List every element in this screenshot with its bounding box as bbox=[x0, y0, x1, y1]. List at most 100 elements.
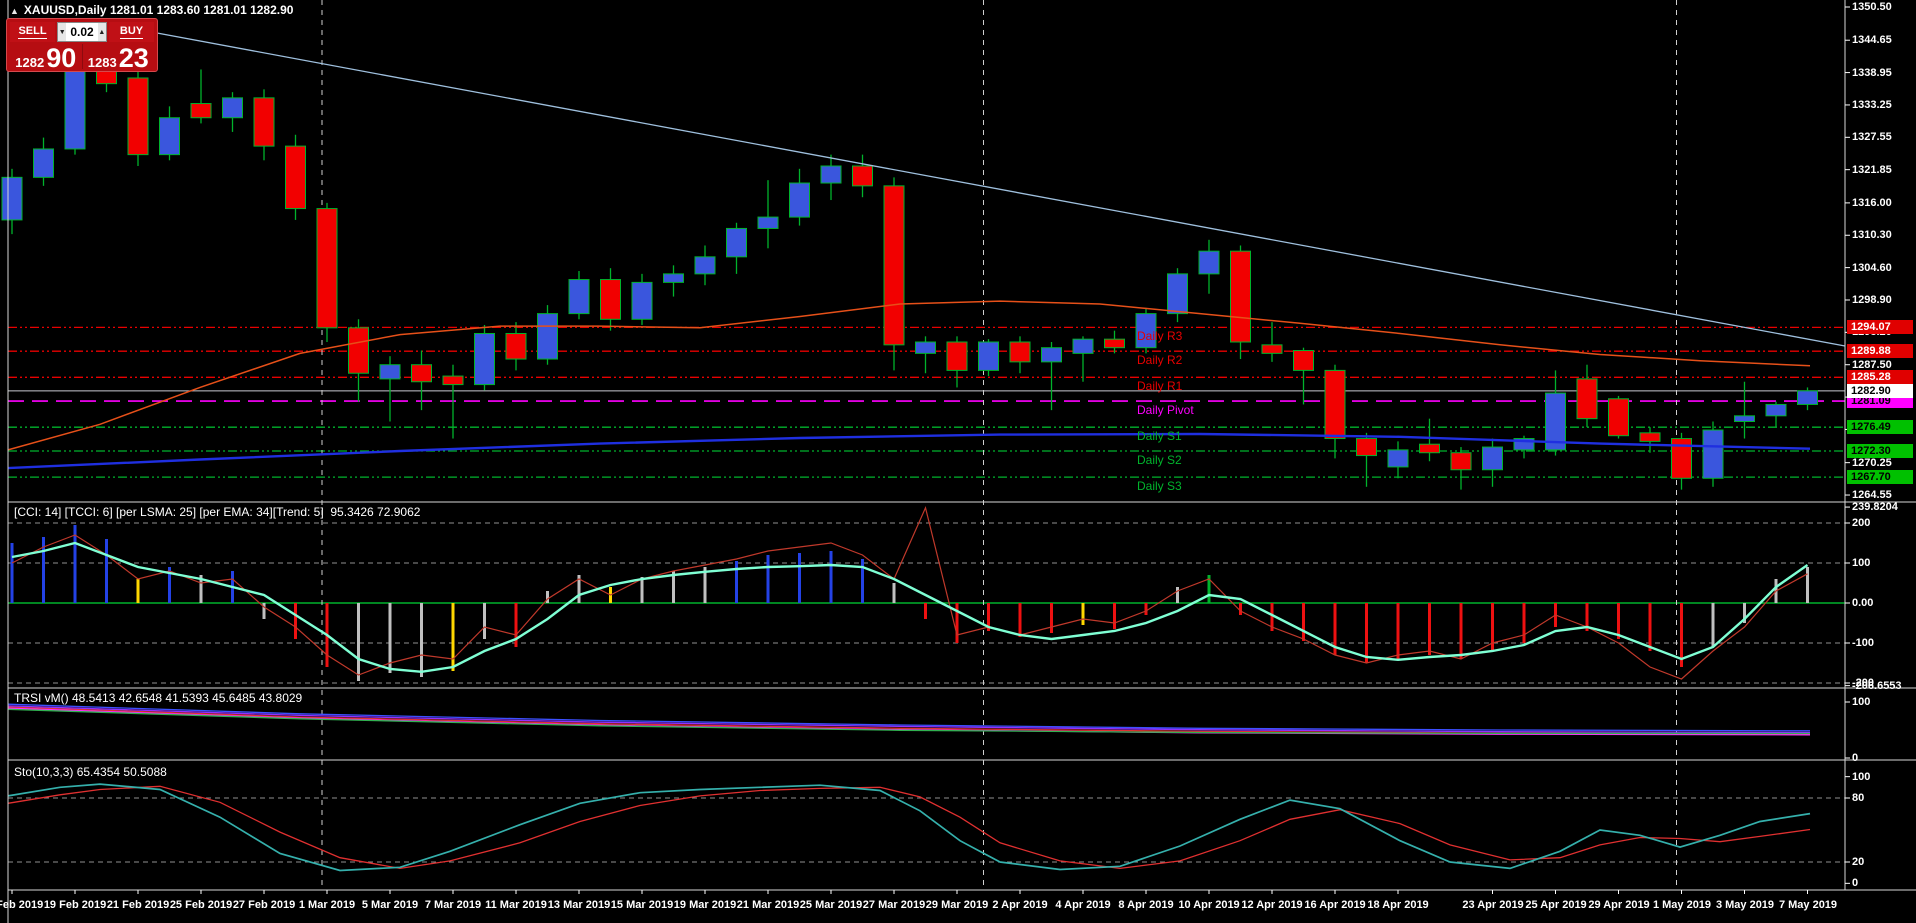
sto-axis-label: 20 bbox=[1852, 855, 1864, 869]
date-label: 19 Feb 2019 bbox=[44, 899, 106, 911]
date-label: 21 Feb 2019 bbox=[107, 899, 169, 911]
date-label: 5 Mar 2019 bbox=[362, 899, 418, 911]
candle-body bbox=[1294, 351, 1314, 371]
candle-body bbox=[223, 98, 243, 118]
main-chart-canvas[interactable] bbox=[0, 0, 1916, 923]
buy-price-pips: 23 bbox=[119, 45, 149, 71]
pivot-label-daily-r3: Daily R3 bbox=[1137, 329, 1182, 343]
level-price-badge: 1276.49 bbox=[1847, 420, 1913, 434]
candle-body bbox=[1199, 251, 1219, 274]
candle-body bbox=[412, 365, 432, 382]
one-click-trading-panel: SELL ▼ ▲ BUY 1282 90 1283 23 bbox=[6, 18, 158, 72]
trading-terminal-window: Daily R3Daily R2Daily R1Daily PivotDaily… bbox=[0, 0, 1916, 923]
candle-body bbox=[1420, 444, 1440, 453]
buy-price[interactable]: 1283 23 bbox=[83, 44, 155, 69]
buy-price-main: 1283 bbox=[88, 55, 117, 70]
candle-body bbox=[853, 166, 873, 186]
pivot-label-daily-pivot: Daily Pivot bbox=[1137, 403, 1194, 417]
pivot-label-daily-s2: Daily S2 bbox=[1137, 453, 1182, 467]
date-label: 7 Mar 2019 bbox=[425, 899, 481, 911]
price-axis-label: 1298.90 bbox=[1852, 293, 1892, 307]
date-label: 16 Apr 2019 bbox=[1304, 899, 1365, 911]
cci-indicator-label: [CCI: 14] [TCCI: 6] [per LSMA: 25] [per … bbox=[14, 505, 420, 519]
candle-body bbox=[790, 183, 810, 217]
candle-body bbox=[1357, 439, 1377, 456]
chart-expand-icon[interactable]: ▲ bbox=[10, 6, 19, 16]
price-axis-label: 1270.25 bbox=[1852, 456, 1892, 470]
candle-body bbox=[1042, 348, 1062, 362]
ma-slow-line bbox=[8, 434, 1810, 468]
candle-body bbox=[1388, 450, 1408, 467]
sto-indicator-label: Sto(10,3,3) 65.4354 50.5088 bbox=[14, 765, 167, 779]
candle-body bbox=[1010, 342, 1030, 362]
price-axis-label: 1333.25 bbox=[1852, 98, 1892, 112]
level-price-badge: 1285.28 bbox=[1847, 370, 1913, 384]
candle-body bbox=[758, 217, 778, 228]
volume-input[interactable] bbox=[66, 23, 97, 41]
candle-body bbox=[979, 342, 999, 370]
candle-body bbox=[349, 328, 369, 373]
cci-axis-label: -100 bbox=[1852, 636, 1874, 650]
candle-body bbox=[1609, 399, 1629, 436]
buy-button[interactable]: BUY bbox=[109, 22, 154, 42]
current-price-badge: 1282.90 bbox=[1847, 384, 1913, 398]
candle-body bbox=[1105, 339, 1125, 348]
candle-body bbox=[1766, 404, 1786, 415]
candle-body bbox=[632, 282, 652, 319]
date-label: 25 Feb 2019 bbox=[170, 899, 232, 911]
date-label: 18 Apr 2019 bbox=[1367, 899, 1428, 911]
volume-increase-button[interactable]: ▲ bbox=[98, 23, 106, 41]
date-label: 29 Apr 2019 bbox=[1588, 899, 1649, 911]
candle-body bbox=[1231, 251, 1251, 342]
date-label: 15 Feb 2019 bbox=[0, 899, 43, 911]
candle-body bbox=[947, 342, 967, 370]
date-label: 25 Apr 2019 bbox=[1525, 899, 1586, 911]
volume-stepper: ▼ ▲ bbox=[57, 22, 107, 42]
candle-body bbox=[34, 149, 54, 177]
date-label: 23 Apr 2019 bbox=[1462, 899, 1523, 911]
cci-axis-label: 100 bbox=[1852, 556, 1870, 570]
cci-axis-label: 0.00 bbox=[1852, 596, 1873, 610]
candle-body bbox=[317, 209, 337, 328]
candle-body bbox=[664, 274, 684, 283]
chart-title: ▲XAUUSD,Daily 1281.01 1283.60 1281.01 12… bbox=[10, 3, 293, 17]
candle-body bbox=[1703, 430, 1723, 478]
descending-trendline bbox=[130, 28, 1845, 346]
date-label: 1 Mar 2019 bbox=[299, 899, 355, 911]
date-label: 13 Mar 2019 bbox=[548, 899, 610, 911]
sell-button[interactable]: SELL bbox=[10, 22, 55, 42]
date-label: 4 Apr 2019 bbox=[1055, 899, 1110, 911]
date-label: 10 Apr 2019 bbox=[1178, 899, 1239, 911]
trsi-axis-label: 0 bbox=[1852, 751, 1858, 765]
candle-body bbox=[160, 118, 180, 155]
candle-body bbox=[65, 64, 85, 149]
cci-line bbox=[12, 508, 1808, 679]
candle-body bbox=[727, 228, 747, 256]
date-label: 19 Mar 2019 bbox=[674, 899, 736, 911]
price-axis-label: 1321.85 bbox=[1852, 163, 1892, 177]
date-label: 3 May 2019 bbox=[1716, 899, 1774, 911]
price-axis-label: 1338.95 bbox=[1852, 66, 1892, 80]
sell-price[interactable]: 1282 90 bbox=[10, 44, 82, 69]
candle-body bbox=[569, 280, 589, 314]
pivot-label-daily-r2: Daily R2 bbox=[1137, 353, 1182, 367]
candle-body bbox=[1640, 433, 1660, 442]
date-label: 7 May 2019 bbox=[1779, 899, 1837, 911]
candle-body bbox=[695, 257, 715, 274]
price-axis-label: 1350.50 bbox=[1852, 0, 1892, 14]
trsi-indicator-label: TRSI vM() 48.5413 42.6548 41.5393 45.648… bbox=[14, 691, 302, 705]
price-axis-label: 1304.60 bbox=[1852, 261, 1892, 275]
date-label: 11 Mar 2019 bbox=[485, 899, 547, 911]
date-label: 27 Mar 2019 bbox=[863, 899, 925, 911]
candle-body bbox=[191, 104, 211, 118]
candle-body bbox=[601, 280, 621, 320]
sto-axis-label: 80 bbox=[1852, 791, 1864, 805]
date-label: 8 Apr 2019 bbox=[1118, 899, 1173, 911]
date-label: 12 Apr 2019 bbox=[1241, 899, 1302, 911]
candle-body bbox=[286, 146, 306, 208]
candle-body bbox=[1168, 274, 1188, 314]
candle-body bbox=[821, 166, 841, 183]
date-label: 25 Mar 2019 bbox=[800, 899, 862, 911]
volume-decrease-button[interactable]: ▼ bbox=[58, 23, 66, 41]
level-price-badge: 1267.70 bbox=[1847, 470, 1913, 484]
